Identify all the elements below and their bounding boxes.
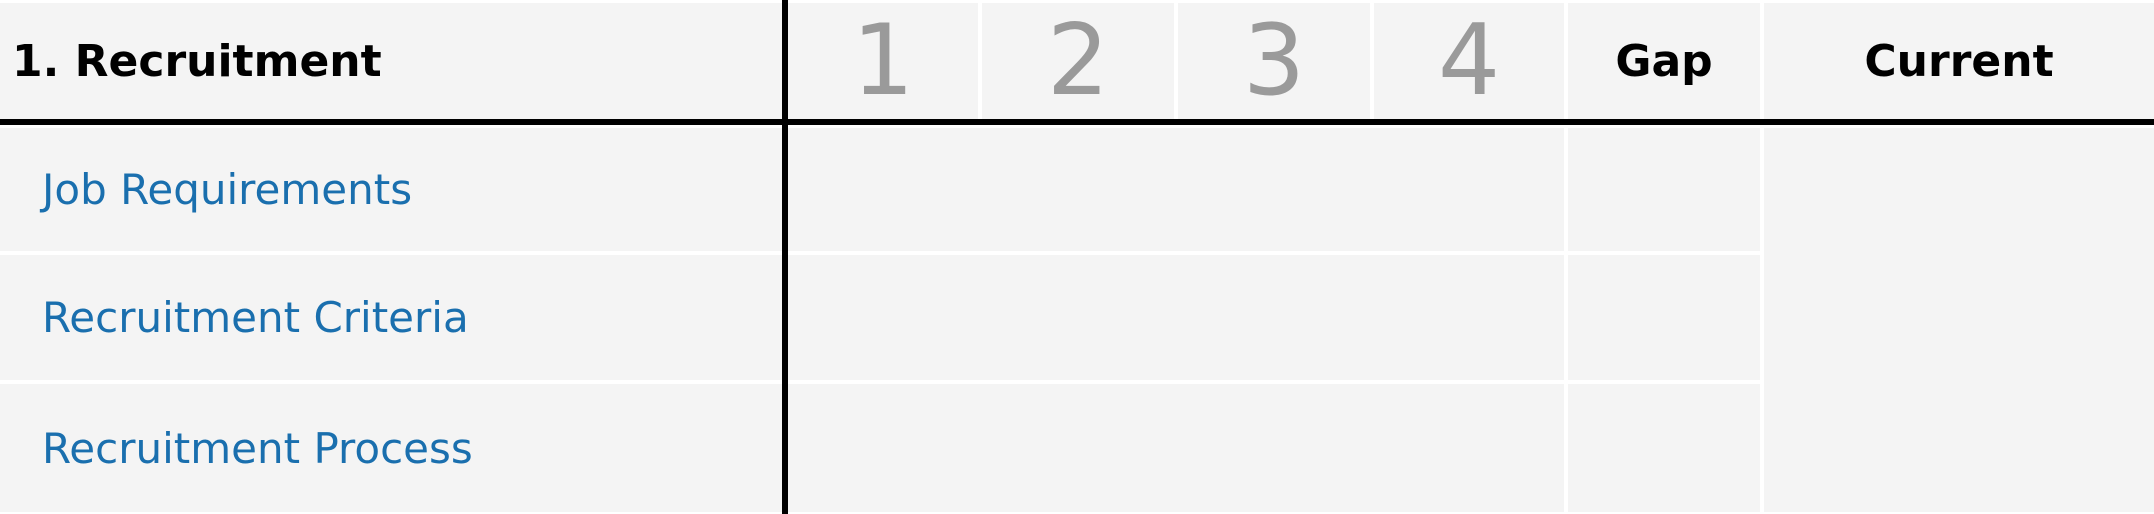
- rating-cells[interactable]: [788, 128, 1564, 251]
- level-1-header: 1: [788, 3, 978, 119]
- level-2-number: 2: [1046, 4, 1110, 118]
- label-column-divider: [782, 0, 788, 514]
- gap-cell[interactable]: [1568, 255, 1760, 380]
- gap-label: Gap: [1615, 35, 1713, 87]
- table-row-label-cell: Recruitment Criteria: [0, 255, 782, 380]
- level-4-header: 4: [1374, 3, 1564, 119]
- rating-cells[interactable]: [788, 255, 1564, 380]
- current-header: Current: [1764, 3, 2154, 119]
- gap-header: Gap: [1568, 3, 1760, 119]
- gap-cell[interactable]: [1568, 384, 1760, 512]
- header-divider: [0, 119, 2154, 125]
- current-cell[interactable]: [1764, 128, 2154, 512]
- row-label: Job Requirements: [42, 165, 413, 214]
- recruitment-assessment-table: 1. Recruitment 1 2 3 4 Gap Current Job R…: [0, 0, 2154, 514]
- row-label: Recruitment Criteria: [42, 293, 469, 342]
- level-4-number: 4: [1437, 4, 1501, 118]
- level-3-number: 3: [1242, 4, 1306, 118]
- table-row-label-cell: Recruitment Process: [0, 384, 782, 512]
- gap-cell[interactable]: [1568, 128, 1760, 251]
- level-1-number: 1: [851, 4, 915, 118]
- section-title-cell: 1. Recruitment: [0, 3, 782, 119]
- level-3-header: 3: [1178, 3, 1370, 119]
- current-label: Current: [1864, 35, 2054, 87]
- row-label: Recruitment Process: [42, 423, 473, 473]
- table-row-label-cell: Job Requirements: [0, 128, 782, 251]
- rating-cells[interactable]: [788, 384, 1564, 512]
- level-2-header: 2: [982, 3, 1174, 119]
- section-title: 1. Recruitment: [12, 35, 382, 87]
